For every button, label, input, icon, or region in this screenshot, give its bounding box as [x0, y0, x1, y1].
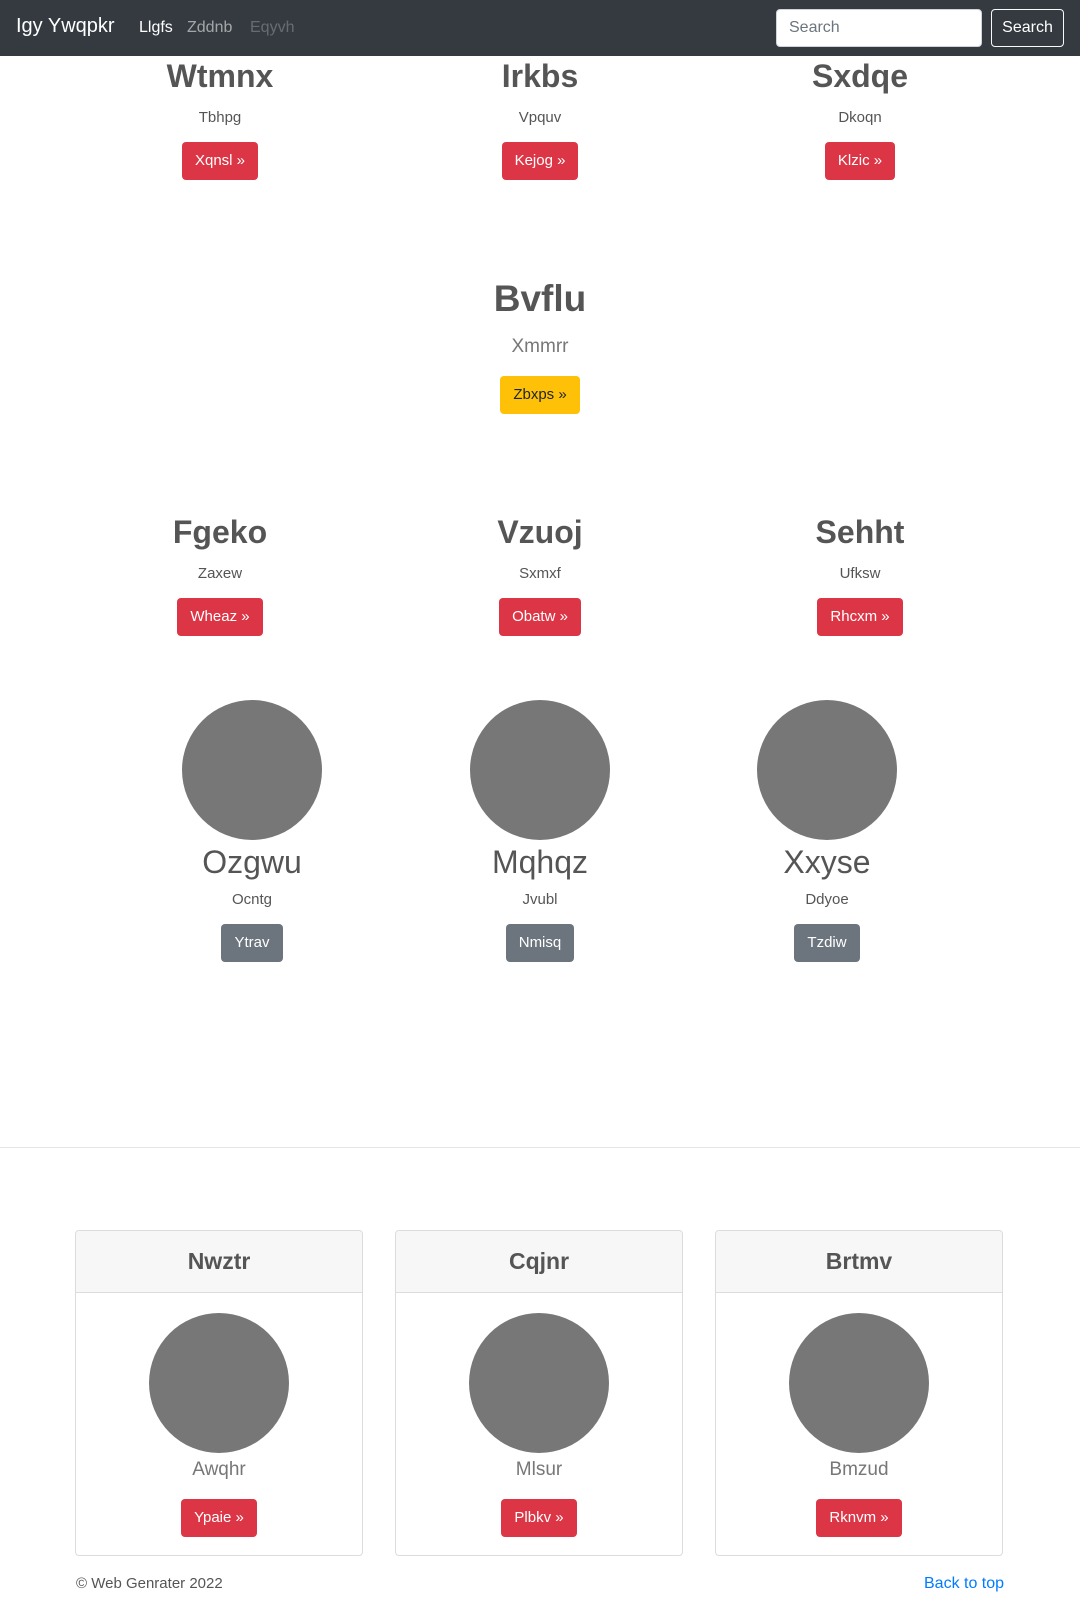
column-title: Vzuoj: [497, 514, 583, 550]
tzdiw-button[interactable]: Tzdiw: [794, 924, 860, 962]
column-title: Sxdqe: [811, 58, 909, 94]
card-brtmv: Brtmv Bmzud Rknvm »: [715, 1230, 1003, 1556]
card-nwztr: Nwztr Awqhr Ypaie »: [75, 1230, 363, 1556]
klzic-button[interactable]: Klzic »: [824, 142, 896, 180]
kejog-button[interactable]: Kejog »: [501, 142, 579, 180]
middle-col-1: Fgeko Zaxew Wheaz »: [120, 514, 320, 636]
nav-link-zddnb[interactable]: Zddnb: [187, 19, 232, 37]
card-header: Nwztr: [76, 1231, 362, 1293]
obatw-button[interactable]: Obatw »: [499, 598, 581, 636]
circle-col-3: Xxyse Ddyoe Tzdiw: [727, 700, 927, 962]
nav-link-eqyvh: Eqyvh: [250, 19, 295, 36]
hero-title: Bvflu: [493, 278, 587, 319]
column-text: Ocntg: [231, 891, 273, 908]
hero: Bvflu Xmmrr Zbxps »: [340, 278, 740, 414]
card-header: Brtmv: [716, 1231, 1002, 1293]
nav-link-llgfs[interactable]: Llgfs: [139, 19, 173, 37]
card-text: Awqhr: [192, 1459, 246, 1480]
placeholder-image: [789, 1313, 929, 1453]
placeholder-image: [469, 1313, 609, 1453]
column-title: Sehht: [815, 514, 905, 550]
column-title: Ozgwu: [202, 844, 302, 880]
card-header: Cqjnr: [396, 1231, 682, 1293]
column-text: Ufksw: [839, 565, 881, 582]
column-title: Mqhqz: [491, 844, 589, 880]
ytrav-button[interactable]: Ytrav: [221, 924, 283, 962]
placeholder-image: [182, 700, 322, 840]
navbar-brand[interactable]: Igy Ywqpkr: [16, 15, 115, 38]
middle-col-3: Sehht Ufksw Rhcxm »: [760, 514, 960, 636]
column-title: Fgeko: [172, 514, 268, 550]
column-title: Irkbs: [501, 58, 579, 94]
column-text: Ddyoe: [805, 891, 849, 908]
nmisq-button[interactable]: Nmisq: [505, 924, 575, 962]
top-col-3: Sxdqe Dkoqn Klzic »: [760, 58, 960, 180]
wheaz-button[interactable]: Wheaz »: [177, 598, 263, 636]
column-text: Tbhpg: [198, 109, 242, 126]
xqnsl-button[interactable]: Xqnsl »: [181, 142, 259, 180]
back-to-top-link[interactable]: Back to top: [924, 1575, 1004, 1593]
search-button[interactable]: Search: [991, 9, 1064, 47]
circle-col-2: Mqhqz Jvubl Nmisq: [440, 700, 640, 962]
plbkv-button[interactable]: Plbkv »: [501, 1499, 577, 1537]
column-text: Sxmxf: [519, 565, 561, 582]
rknvm-button[interactable]: Rknvm »: [816, 1499, 902, 1537]
rhcxm-button[interactable]: Rhcxm »: [817, 598, 903, 636]
column-title: Xxyse: [783, 844, 871, 880]
column-text: Vpquv: [518, 109, 562, 126]
circle-col-1: Ozgwu Ocntg Ytrav: [152, 700, 352, 962]
divider: [0, 1147, 1080, 1148]
placeholder-image: [149, 1313, 289, 1453]
top-col-1: Wtmnx Tbhpg Xqnsl »: [120, 58, 320, 180]
placeholder-image: [470, 700, 610, 840]
placeholder-image: [757, 700, 897, 840]
card-cqjnr: Cqjnr Mlsur Plbkv »: [395, 1230, 683, 1556]
column-text: Zaxew: [197, 565, 243, 582]
middle-col-2: Vzuoj Sxmxf Obatw »: [440, 514, 640, 636]
card-text: Bmzud: [829, 1459, 889, 1480]
hero-text: Xmmrr: [511, 336, 569, 357]
ypaie-button[interactable]: Ypaie »: [181, 1499, 257, 1537]
card-text: Mlsur: [515, 1459, 563, 1480]
search-input[interactable]: [776, 9, 982, 47]
column-text: Jvubl: [522, 891, 558, 908]
column-text: Dkoqn: [838, 109, 882, 126]
footer-copyright: © Web Genrater 2022: [76, 1575, 223, 1592]
column-title: Wtmnx: [166, 58, 274, 94]
top-col-2: Irkbs Vpquv Kejog »: [440, 58, 640, 180]
zbxps-button[interactable]: Zbxps »: [500, 376, 580, 414]
